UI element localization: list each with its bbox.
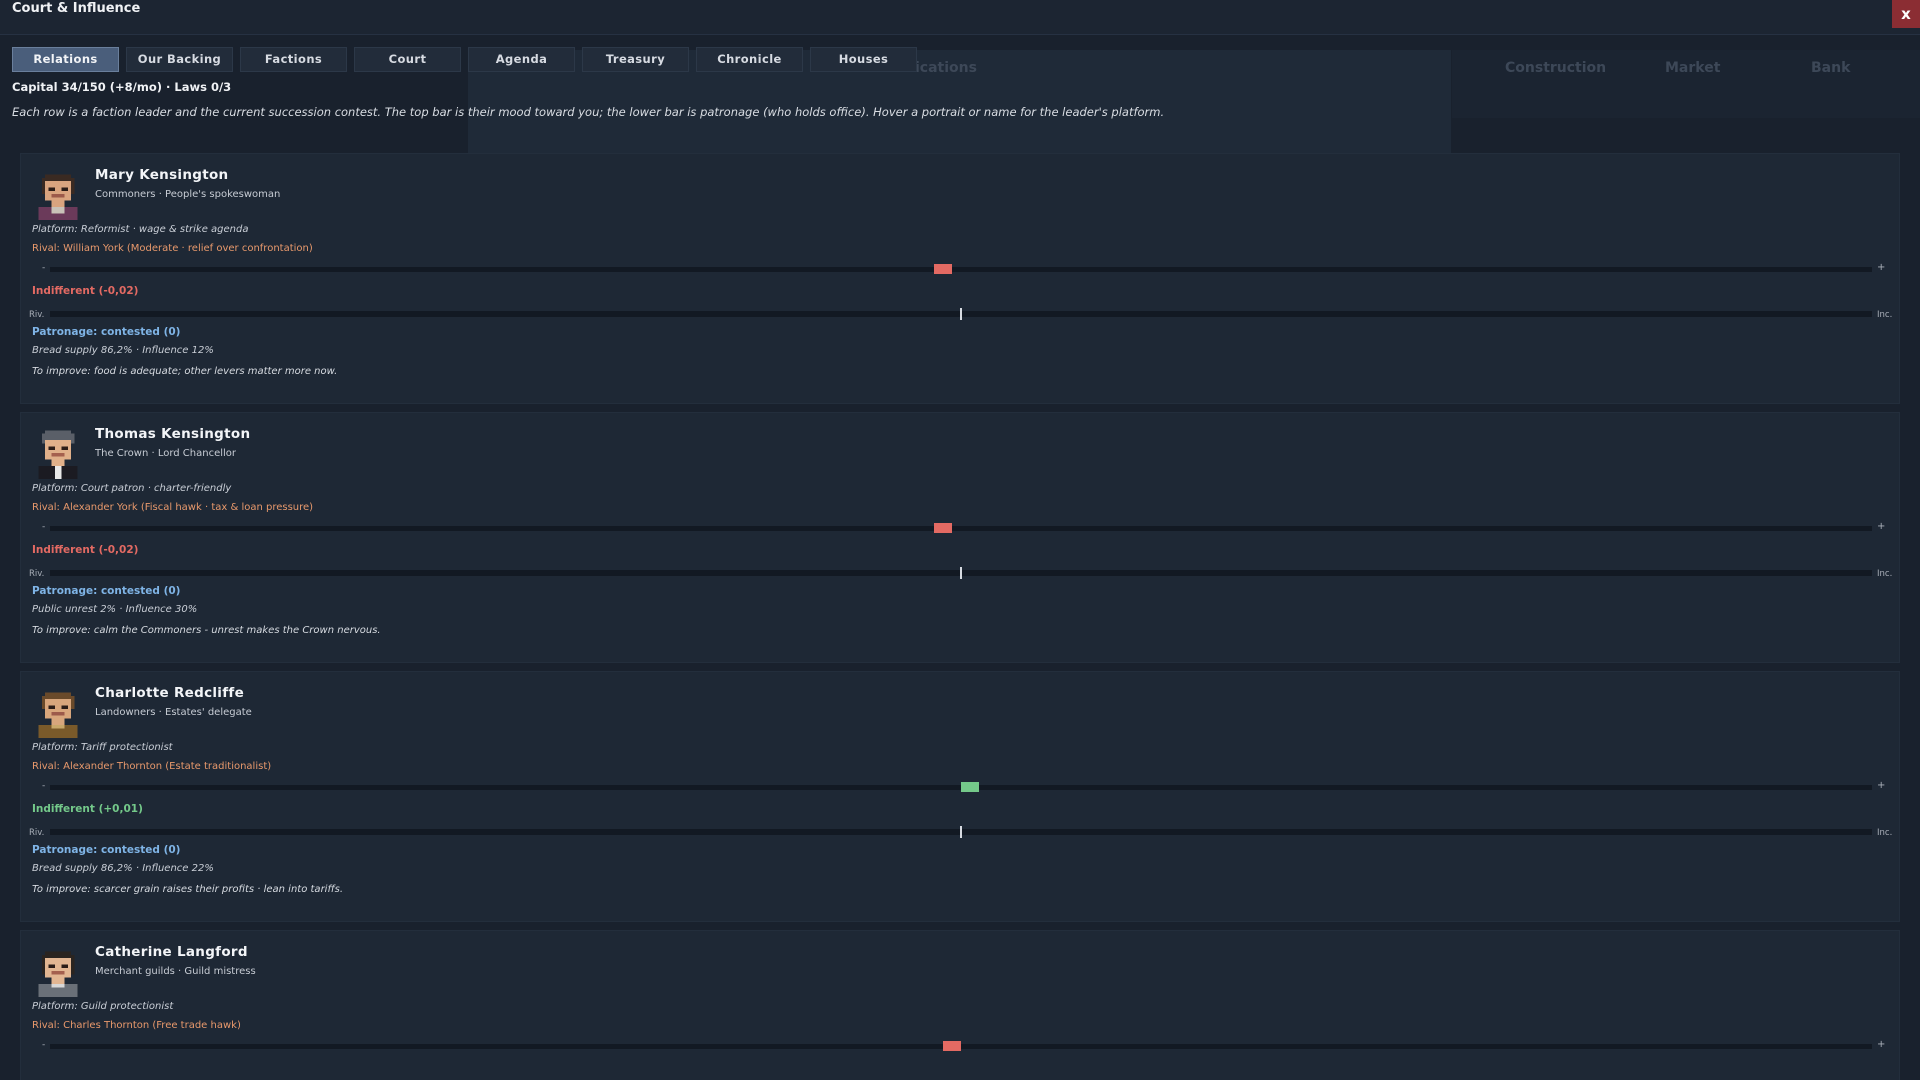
improve-hint: To improve: food is adequate; other leve… [32,366,338,377]
mood-plus-label: + [1877,1039,1886,1050]
leader-platform: Platform: Guild protectionist [32,1001,174,1012]
patronage-rival-label: Riv. [29,828,45,838]
intro-text: Each row is a faction leader and the cur… [12,105,1165,119]
tab-agenda[interactable]: Agenda [468,47,575,72]
tab-treasury[interactable]: Treasury [582,47,689,72]
patronage-incumbent-label: Inc. [1877,828,1893,838]
leader-card: Charlotte Redcliffe Landowners · Estates… [20,671,1900,922]
mood-bar [50,1044,1872,1049]
mood-marker [933,523,952,533]
leader-platform: Platform: Tariff protectionist [32,742,173,753]
mood-label: Indifferent (-0,02) [32,285,139,297]
mood-marker [942,1041,961,1051]
background-tab-construction: Construction [1505,60,1607,76]
merchant-woman-portrait[interactable] [32,945,84,997]
tab-our-backing[interactable]: Our Backing [126,47,233,72]
background-tab-bank: Bank [1811,60,1851,76]
mood-plus-label: + [1877,780,1886,791]
leader-name[interactable]: Catherine Langford [95,944,248,960]
leader-card: Mary Kensington Commoners · People's spo… [20,153,1900,404]
leader-rival: Rival: William York (Moderate · relief o… [32,243,313,254]
leader-platform: Platform: Court patron · charter-friendl… [32,483,232,494]
mood-bar [50,267,1872,272]
patronage-rival-label: Riv. [29,310,45,320]
tab-relations[interactable]: Relations [12,47,119,72]
leader-card: Catherine Langford Merchant guilds · Gui… [20,930,1900,1080]
mood-marker [961,782,980,792]
mood-bar [50,526,1872,531]
tab-factions[interactable]: Factions [240,47,347,72]
patronage-rival-label: Riv. [29,569,45,579]
mood-minus-label: - [42,781,46,791]
window-titlebar: Court & Influence x [0,0,1920,35]
patronage-incumbent-label: Inc. [1877,569,1893,579]
mood-minus-label: - [42,522,46,532]
leader-rival: Rival: Alexander Thornton (Estate tradit… [32,761,272,772]
close-button[interactable]: x [1892,0,1920,28]
leader-role: The Crown · Lord Chancellor [95,448,237,459]
improve-hint: To improve: scarcer grain raises their p… [32,884,344,895]
patronage-marker [960,567,962,579]
chancellor-portrait[interactable] [32,427,84,479]
mood-plus-label: + [1877,521,1886,532]
background-tab-fragment: ications [915,60,977,76]
leader-platform: Platform: Reformist · wage & strike agen… [32,224,249,235]
mood-label: Indifferent (+0,01) [32,803,143,815]
mood-label: Indifferent (-0,02) [32,544,139,556]
patronage-incumbent-label: Inc. [1877,310,1893,320]
tab-court[interactable]: Court [354,47,461,72]
window-title: Court & Influence [12,1,141,16]
background-tab-market: Market [1665,60,1721,76]
patronage-marker [960,308,962,320]
leader-role: Commoners · People's spokeswoman [95,189,281,200]
leader-card: Thomas Kensington The Crown · Lord Chanc… [20,412,1900,663]
improve-hint: To improve: calm the Commoners - unrest … [32,625,381,636]
leader-stats: Public unrest 2% · Influence 30% [32,604,198,615]
mood-plus-label: + [1877,262,1886,273]
leader-rival: Rival: Alexander York (Fiscal hawk · tax… [32,502,314,513]
capital-status: Capital 34/150 (+8/mo) · Laws 0/3 [12,80,232,94]
leader-rival: Rival: Charles Thornton (Free trade hawk… [32,1020,241,1031]
patronage-marker [960,826,962,838]
patronage-label: Patronage: contested (0) [32,585,181,597]
leader-role: Landowners · Estates' delegate [95,707,252,718]
leader-stats: Bread supply 86,2% · Influence 22% [32,863,214,874]
leader-name[interactable]: Charlotte Redcliffe [95,685,244,701]
patronage-label: Patronage: contested (0) [32,326,181,338]
mood-minus-label: - [42,263,46,273]
commoner-woman-portrait[interactable] [32,168,84,220]
tab-chronicle[interactable]: Chronicle [696,47,803,72]
mood-marker [933,264,952,274]
tab-houses[interactable]: Houses [810,47,917,72]
leader-name[interactable]: Mary Kensington [95,167,228,183]
leader-name[interactable]: Thomas Kensington [95,426,250,442]
leader-stats: Bread supply 86,2% · Influence 12% [32,345,214,356]
mood-minus-label: - [42,1040,46,1050]
patronage-label: Patronage: contested (0) [32,844,181,856]
tab-bar: Relations Our Backing Factions Court Age… [12,47,917,72]
leader-role: Merchant guilds · Guild mistress [95,966,256,977]
landowner-portrait[interactable] [32,686,84,738]
